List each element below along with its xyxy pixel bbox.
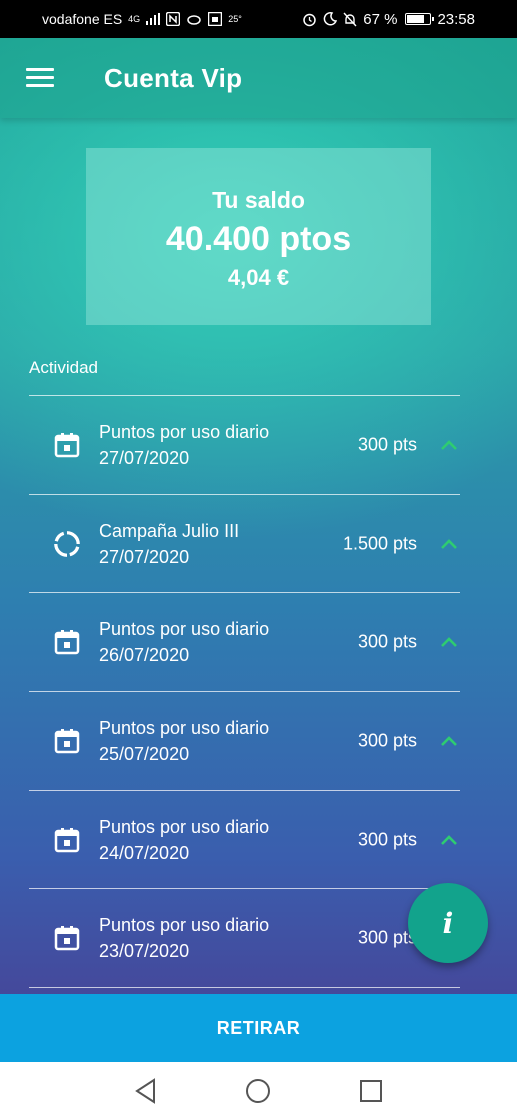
alarm-icon: [303, 13, 316, 26]
carrier-name: vodafone ES: [42, 11, 123, 27]
calendar-icon: [53, 924, 81, 952]
network-type: 4G: [128, 14, 141, 24]
balance-card: Tu saldo 40.400 ptos 4,04 €: [86, 148, 431, 325]
item-points: 300 pts: [357, 434, 417, 455]
status-right: 67 % 23:58: [302, 11, 475, 28]
info-button[interactable]: i: [408, 883, 488, 963]
clock: 23:58: [437, 10, 475, 28]
temperature: 25°: [228, 14, 242, 24]
cloud-icon: [187, 15, 201, 25]
status-left: vodafone ES 4G 25°: [42, 11, 242, 27]
bell-off-icon: [343, 12, 357, 26]
home-icon[interactable]: [243, 1076, 273, 1106]
chevron-up-icon: [441, 834, 457, 845]
activity-list: Puntos por uso diario 27/07/2020 300 pts…: [29, 395, 460, 989]
balance-label: Tu saldo: [212, 186, 305, 213]
list-item[interactable]: Puntos por uso diario 24/07/2020 300 pts: [29, 791, 460, 890]
calendar-icon: [53, 431, 81, 459]
item-points: 300 pts: [357, 829, 417, 850]
list-item[interactable]: Puntos por uso diario 25/07/2020 300 pts: [29, 692, 460, 791]
page-title: Cuenta Vip: [104, 62, 243, 93]
item-points: 300 pts: [357, 730, 417, 751]
list-item[interactable]: Puntos por uso diario 23/07/2020 300 pts: [29, 889, 460, 989]
menu-icon[interactable]: [26, 68, 54, 88]
system-nav-bar: [0, 1062, 517, 1120]
chevron-up-icon: [441, 538, 457, 549]
status-bar: vodafone ES 4G 25° 67 % 23:58: [0, 0, 517, 38]
recents-icon[interactable]: [356, 1076, 386, 1106]
list-item[interactable]: Campaña Julio III 27/07/2020 1.500 pts: [29, 495, 460, 594]
chevron-up-icon: [441, 637, 457, 648]
item-points: 300 pts: [357, 631, 417, 652]
back-icon[interactable]: [131, 1076, 161, 1106]
balance-points: 40.400 ptos: [165, 219, 352, 258]
list-item[interactable]: Puntos por uso diario 26/07/2020 300 pts: [29, 593, 460, 693]
signal-icon: [146, 13, 161, 25]
app-screen: Cuenta Vip Tu saldo 40.400 ptos 4,04 € A…: [0, 38, 517, 1062]
chevron-up-icon: [441, 440, 457, 450]
withdraw-button[interactable]: RETIRAR: [0, 994, 517, 1062]
campaign-ring-icon: [53, 530, 81, 558]
weather-widget-icon: [208, 12, 223, 26]
battery-icon: [405, 13, 435, 25]
calendar-icon: [53, 826, 81, 854]
list-item[interactable]: Puntos por uso diario 27/07/2020 300 pts: [29, 396, 460, 495]
activity-title: Actividad: [29, 358, 98, 377]
balance-euros: 4,04 €: [227, 264, 290, 290]
calendar-icon: [53, 727, 81, 755]
nfc-icon: [166, 12, 181, 26]
calendar-icon: [53, 628, 81, 656]
info-icon: i: [442, 906, 454, 940]
battery-percent: 67 %: [363, 10, 398, 28]
moon-icon: [323, 12, 338, 26]
item-points: 1.500 pts: [342, 533, 417, 554]
chevron-up-icon: [441, 736, 457, 746]
app-bar: Cuenta Vip: [0, 38, 517, 118]
